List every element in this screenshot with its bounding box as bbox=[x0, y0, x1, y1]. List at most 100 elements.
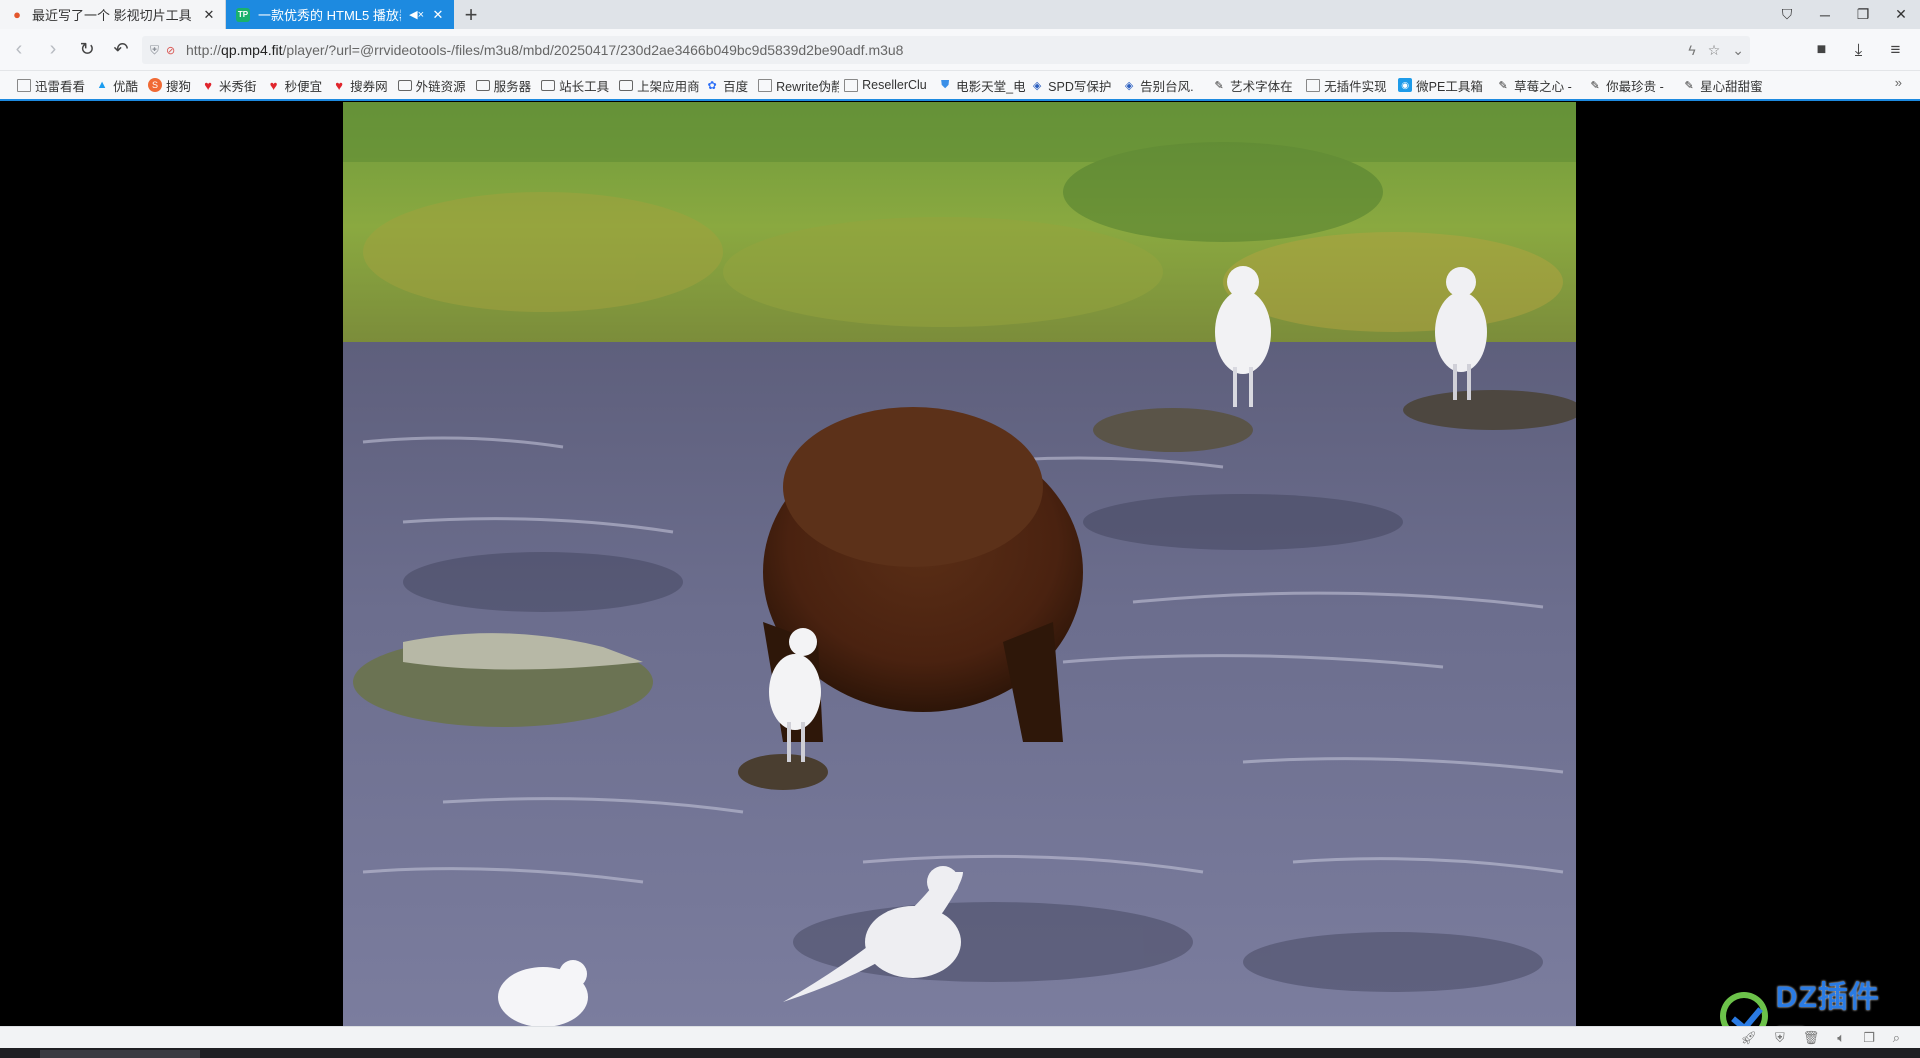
speaker-muted-icon[interactable]: ◀× bbox=[409, 8, 424, 21]
tab-strip: ● 最近写了一个 影视切片工具 不 ✕ TP 一款优秀的 HTML5 播放器 ◀… bbox=[0, 0, 1920, 29]
heart-icon: ♥ bbox=[269, 77, 278, 93]
more-bookmarks-icon[interactable]: » bbox=[1895, 75, 1902, 90]
bookmark-item[interactable]: 无插件实现 bbox=[1301, 73, 1393, 97]
bookmark-item[interactable]: Rewrite伪静 bbox=[753, 73, 839, 97]
tab-1[interactable]: ● 最近写了一个 影视切片工具 不 ✕ bbox=[0, 0, 226, 29]
shield-icon[interactable]: ⛨ bbox=[150, 43, 164, 58]
bookmarks-bar: 迅雷看看 ▲ 优酷 S 搜狗 ♥ 米秀街 ♥ 秒便宜 ♥ 搜券网 外链资源 服务器 站长工… bbox=[0, 71, 1920, 101]
video-frame bbox=[343, 102, 1576, 1026]
bookmark-item[interactable]: ♥ 搜券网 bbox=[327, 73, 393, 97]
bookmark-item[interactable]: S 搜狗 bbox=[143, 73, 196, 97]
bookmark-item[interactable]: ✿ 百度 bbox=[700, 73, 753, 97]
menu-icon[interactable]: ≡ bbox=[1877, 33, 1914, 67]
bookmark-label: 电影天堂_电 bbox=[956, 79, 1026, 94]
zoom-icon[interactable]: ⌕ bbox=[1893, 1030, 1900, 1046]
bookmark-item[interactable]: ♥ 秒便宜 bbox=[262, 73, 328, 97]
bookmark-folder[interactable]: 服务器 bbox=[471, 73, 537, 97]
undo-close-button[interactable]: ↶ bbox=[104, 33, 138, 67]
video-player[interactable] bbox=[343, 102, 1576, 1026]
heart-icon: ♥ bbox=[335, 77, 343, 93]
bookmark-label: 米秀街 bbox=[219, 79, 257, 94]
bookmark-item[interactable]: ResellerClu bbox=[839, 73, 933, 97]
tp-logo-icon: TP bbox=[236, 7, 250, 22]
bookmark-label: 无插件实现 bbox=[1324, 79, 1387, 94]
script-blocked-icon[interactable]: ⊘ bbox=[166, 44, 182, 57]
bookmark-item[interactable]: ✎ 艺术字体在 bbox=[1207, 73, 1301, 97]
folder-icon bbox=[475, 79, 490, 91]
bookmark-label: 秒便宜 bbox=[284, 79, 323, 94]
bookmark-label: 艺术字体在 bbox=[1230, 79, 1293, 94]
baidu-icon: ✿ bbox=[707, 79, 717, 92]
bookmark-item[interactable]: ◈ SPD写保护 bbox=[1025, 73, 1117, 97]
close-window-icon[interactable]: ✕ bbox=[1882, 0, 1920, 29]
ghost-extension-icon[interactable]: ■ bbox=[1803, 33, 1840, 67]
bookmark-label: Rewrite伪静 bbox=[776, 79, 840, 94]
restore-icon[interactable]: ❐ bbox=[1844, 0, 1882, 29]
bookmark-item[interactable]: ◈ 告别台风. bbox=[1117, 73, 1207, 97]
window-icon[interactable]: ❐ bbox=[1863, 1030, 1875, 1046]
bookmark-label: 搜狗 bbox=[166, 79, 192, 94]
page-icon bbox=[17, 78, 31, 92]
brush-icon: ✎ bbox=[1684, 79, 1694, 92]
brush-icon: ✎ bbox=[1214, 79, 1224, 92]
tab-title: 一款优秀的 HTML5 播放器 bbox=[258, 8, 402, 23]
bookmark-item[interactable]: ✎ 草莓之心 - bbox=[1491, 73, 1583, 97]
tab-title: 最近写了一个 影视切片工具 不 bbox=[32, 8, 195, 23]
bookmark-folder[interactable]: 外链资源 bbox=[393, 73, 471, 97]
youku-icon: ▲ bbox=[96, 79, 108, 91]
address-field[interactable]: ⛨ ⊘ http://qp.mp4.fit/player/?url=@rrvid… bbox=[142, 36, 1750, 64]
folder-icon bbox=[619, 79, 634, 91]
bookmark-label: 外链资源 bbox=[415, 79, 466, 94]
bookmark-label: 站长工具 bbox=[559, 79, 610, 94]
bookmark-item[interactable]: ◉ 微PE工具箱 bbox=[1393, 73, 1491, 97]
bookmark-folder[interactable]: 上架应用商 bbox=[614, 73, 700, 97]
reload-button[interactable]: ↻ bbox=[70, 33, 104, 67]
heart-icon: ♥ bbox=[204, 77, 212, 93]
rocket-icon[interactable]: 🚀︎ bbox=[1740, 1030, 1757, 1046]
bookmark-label: 迅雷看看 bbox=[35, 79, 86, 94]
shirt-skin-icon[interactable]: ⛉ bbox=[1768, 0, 1806, 29]
bookmark-label: 微PE工具箱 bbox=[1416, 79, 1483, 94]
tab-2-active[interactable]: TP 一款优秀的 HTML5 播放器 ◀× ✕ bbox=[226, 0, 454, 29]
bookmark-item[interactable]: ✎ 你最珍贵 - bbox=[1583, 73, 1677, 97]
star-icon[interactable]: ☆ bbox=[1708, 42, 1721, 59]
bookmark-folder[interactable]: 站长工具 bbox=[536, 73, 614, 97]
new-tab-button[interactable]: + bbox=[454, 0, 488, 29]
address-toolbar: ‹ › ↻ ↶ ⛨ ⊘ http://qp.mp4.fit/player/?ur… bbox=[0, 29, 1920, 71]
bookmark-item[interactable]: ♥ 米秀街 bbox=[196, 73, 262, 97]
shield-status-icon[interactable]: ⛨ bbox=[1775, 1030, 1785, 1046]
page-content bbox=[0, 102, 1920, 1026]
bookmark-label: 百度 bbox=[723, 79, 749, 94]
status-bar: 🚀︎ ⛨ 🗑︎ 🔈︎ ❐ ⌕ bbox=[0, 1026, 1920, 1048]
minimize-icon[interactable]: ─ bbox=[1806, 0, 1844, 29]
bookmark-item[interactable]: 迅雷看看 bbox=[12, 73, 90, 97]
folder-icon bbox=[397, 79, 412, 91]
bookmark-label: 搜券网 bbox=[350, 79, 388, 94]
forward-button[interactable]: › bbox=[36, 33, 70, 67]
diamond-icon: ◈ bbox=[1124, 79, 1134, 92]
download-icon[interactable]: ⤓ bbox=[1840, 33, 1877, 67]
page-icon bbox=[844, 78, 859, 92]
close-tab-icon[interactable]: ✕ bbox=[201, 7, 217, 23]
page-icon bbox=[1306, 78, 1321, 92]
bookmark-label: 星心甜甜蜜 bbox=[1700, 79, 1763, 94]
bookmark-label: 服务器 bbox=[493, 79, 532, 94]
close-tab-icon[interactable]: ✕ bbox=[430, 7, 446, 23]
lightning-icon[interactable]: ϟ bbox=[1688, 42, 1695, 58]
bookmark-item[interactable]: ✎ 星心甜甜蜜 bbox=[1677, 73, 1763, 97]
page-icon bbox=[758, 78, 773, 92]
bookmark-item[interactable]: ⛊ 电影天堂_电 bbox=[933, 73, 1025, 97]
trash-icon[interactable]: 🗑︎ bbox=[1803, 1030, 1820, 1046]
bookmark-label: 告别台风. bbox=[1140, 79, 1194, 94]
bookmark-item[interactable]: ▲ 优酷 bbox=[90, 73, 143, 97]
url-text: http://qp.mp4.fit/player/?url=@rrvideoto… bbox=[186, 42, 904, 58]
mute-icon[interactable]: 🔈︎ bbox=[1837, 1030, 1845, 1046]
back-button[interactable]: ‹ bbox=[2, 33, 36, 67]
os-taskbar bbox=[0, 1048, 1920, 1058]
taskbar-item[interactable] bbox=[40, 1050, 200, 1058]
apps-grid-icon[interactable] bbox=[1766, 33, 1803, 67]
chevron-down-icon[interactable]: ⌄ bbox=[1732, 42, 1744, 59]
bookmark-label: 上架应用商 bbox=[637, 79, 700, 94]
sogou-icon: S bbox=[148, 78, 163, 92]
window-controls: ⛉ ─ ❐ ✕ bbox=[1768, 0, 1920, 29]
